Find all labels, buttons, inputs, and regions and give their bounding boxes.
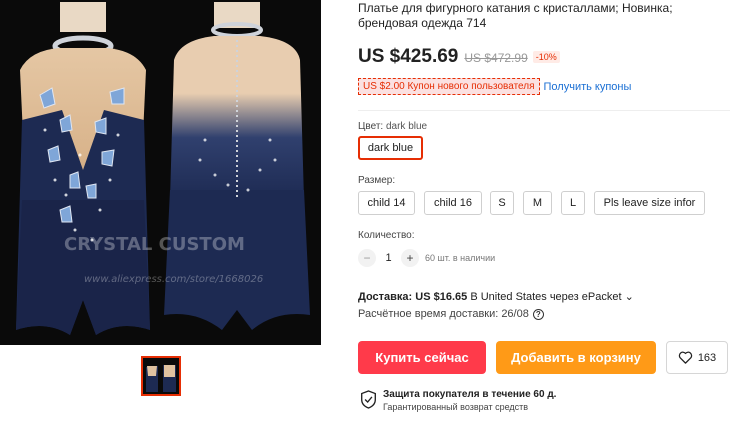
coupon-row: US $2.00 Купон нового пользователя Получ…: [358, 78, 631, 95]
shield-check-icon: [361, 390, 376, 409]
color-selected-value: dark blue: [385, 121, 428, 132]
size-option-leave-info[interactable]: Pls leave size infor: [594, 191, 705, 215]
color-label: Цвет: dark blue: [358, 121, 428, 132]
get-coupons-link[interactable]: Получить купоны: [544, 81, 632, 93]
protection-title: Защита покупателя в течение 60 д.: [383, 389, 557, 400]
product-title: Платье для фигурного катания с кристалла…: [358, 1, 673, 30]
quantity-input[interactable]: 1: [376, 252, 401, 264]
stock-available: 60 шт. в наличии: [425, 253, 496, 263]
help-icon[interactable]: ?: [532, 308, 544, 320]
current-price: US $425.69: [358, 46, 459, 67]
size-label: Размер:: [358, 175, 396, 186]
shipping-row[interactable]: Доставка: US $16.65 В United States чере…: [358, 290, 634, 303]
shipping-price: US $16.65: [415, 291, 468, 303]
color-option-dark-blue[interactable]: dark blue: [358, 136, 423, 160]
size-option-child-16[interactable]: child 16: [424, 191, 482, 215]
size-option-l[interactable]: L: [561, 191, 585, 215]
buyer-protection: Защита покупателя в течение 60 д. Гарант…: [360, 388, 556, 414]
discount-badge: -10%: [532, 51, 560, 63]
watermark-url: www.aliexpress.com/store/1668026: [84, 274, 263, 285]
size-option-m[interactable]: M: [523, 191, 552, 215]
divider: [358, 110, 730, 111]
product-thumbnail[interactable]: [141, 356, 181, 396]
wishlist-count: 163: [697, 351, 717, 364]
size-option-child-14[interactable]: child 14: [358, 191, 415, 215]
heart-icon: [678, 351, 692, 364]
new-user-coupon[interactable]: US $2.00 Купон нового пользователя: [358, 78, 540, 95]
delivery-estimate-row: Расчётное время доставки: 26/08 ?: [358, 308, 544, 320]
buy-now-button[interactable]: Купить сейчас: [358, 341, 486, 374]
add-to-cart-button[interactable]: Добавить в корзину: [496, 341, 656, 374]
quantity-stepper: − 1 + 60 шт. в наличии: [358, 249, 495, 267]
size-option-s[interactable]: S: [490, 191, 514, 215]
protection-subtitle: Гарантированный возврат средств: [383, 402, 529, 412]
quantity-label: Количество:: [358, 230, 415, 241]
delivery-estimate-label: Расчётное время доставки:: [358, 308, 499, 320]
shipping-destination: В United States через ePacket: [470, 291, 622, 303]
original-price: US $472.99: [464, 51, 528, 65]
shipping-label: Доставка:: [358, 291, 413, 303]
quantity-increase-button[interactable]: +: [401, 249, 419, 267]
price-row: US $425.69 US $472.99 -10%: [358, 46, 560, 68]
product-main-image[interactable]: CRYSTAL CUSTOM www.aliexpress.com/store/…: [0, 0, 321, 345]
quantity-decrease-button[interactable]: −: [358, 249, 376, 267]
wishlist-button[interactable]: 163: [666, 341, 728, 374]
dress-photo: CRYSTAL CUSTOM www.aliexpress.com/store/…: [0, 0, 321, 345]
chevron-down-icon: ⌄: [624, 291, 634, 303]
watermark-text: CRYSTAL CUSTOM: [64, 234, 245, 255]
delivery-estimate-date: 26/08: [501, 308, 529, 320]
